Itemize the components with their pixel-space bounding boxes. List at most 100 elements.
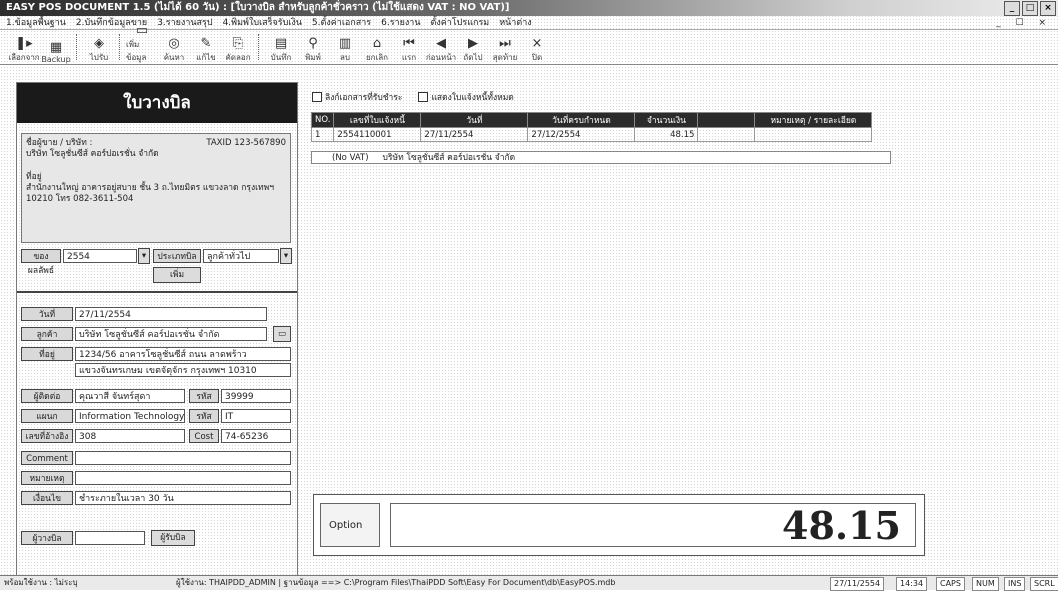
- options-row: ลิงก์เอกสารที่รับชำระ แสดงใบแจ้งหนี้ทั้ง…: [312, 90, 514, 104]
- year-input[interactable]: 2554: [63, 249, 137, 263]
- edit-button[interactable]: ✎ แก้ไข: [190, 32, 222, 64]
- option-button[interactable]: Option: [320, 503, 380, 547]
- menu-bar: 1.ข้อมูลพื้นฐาน 2.บันทึกข้อมูลขาย 3.รายง…: [0, 17, 1058, 30]
- new-doc-icon: ▭: [135, 23, 149, 38]
- chevron-down-icon[interactable]: ▾: [138, 248, 150, 264]
- taxid-label: TAXID: [206, 138, 232, 148]
- menu-item-window[interactable]: หน้าต่าง: [499, 17, 531, 29]
- address-line2-input[interactable]: แขวงจันทรเกษม เขตจัตุจักร กรุงเทพฯ 10310: [75, 363, 291, 377]
- col-amount[interactable]: จำนวนเงิน: [634, 112, 699, 128]
- show-all-invoices-checkbox[interactable]: แสดงใบแจ้งหนี้ทั้งหมด: [418, 90, 514, 104]
- prev-icon: ◀: [436, 36, 446, 51]
- biller-input[interactable]: [75, 531, 145, 545]
- contact-input[interactable]: คุณวาสี จันทร์สุดา: [75, 389, 185, 403]
- status-ready: พร้อมใช้งาน : ไม่ระบุ: [4, 578, 78, 587]
- backup-button[interactable]: ▦ Backup: [40, 32, 72, 65]
- invoice-grid: NO. เลขที่ใบแจ้งหนี้ วันที่ วันที่ครบกำห…: [310, 112, 873, 142]
- department-input[interactable]: Information Technology: [75, 409, 185, 423]
- menu-item-summary[interactable]: 3.รายงานสรุป: [157, 17, 212, 29]
- link-paid-checkbox[interactable]: ลิงก์เอกสารที่รับชำระ: [312, 90, 402, 104]
- checkbox-box[interactable]: [418, 92, 429, 102]
- add-type-button[interactable]: เพิ่ม: [153, 267, 201, 283]
- select-from-button[interactable]: ❚▸ เลือกจาก: [8, 32, 40, 64]
- print-button[interactable]: ⚲ พิมพ์: [297, 32, 329, 64]
- col-invoice-no[interactable]: เลขที่ใบแจ้งหนี้: [333, 112, 422, 128]
- grid-header-row: NO. เลขที่ใบแจ้งหนี้ วันที่ วันที่ครบกำห…: [310, 112, 873, 128]
- seller-address-line2: 10210 โทร 082-3611-504: [26, 194, 134, 204]
- cell-amount[interactable]: 48.15: [634, 127, 699, 142]
- table-row[interactable]: 1 2554110001 27/11/2554 27/12/2554 48.15: [310, 127, 873, 142]
- date-label: วันที่: [21, 307, 73, 321]
- condition-label: เงื่อนไข: [21, 491, 73, 505]
- col-note[interactable]: หมายเหตุ / รายละเอียด: [754, 112, 873, 128]
- close-form-button[interactable]: × ปิด: [521, 32, 553, 64]
- doc-type-label: ประเภทบิล: [153, 249, 201, 263]
- close-button[interactable]: ×: [1040, 1, 1056, 16]
- delete-button[interactable]: ▥ ลบ: [329, 32, 361, 64]
- folder-icon[interactable]: ▭: [273, 326, 291, 342]
- cell-invoice-no[interactable]: 2554110001: [333, 127, 422, 142]
- search-button[interactable]: ◎ ค้นหา: [158, 32, 190, 64]
- col-blank[interactable]: [697, 112, 756, 128]
- menu-item-reports[interactable]: 6.รายงาน: [381, 17, 420, 29]
- cell-note[interactable]: [754, 127, 873, 142]
- menu-item-receipt[interactable]: 4.พิมพ์ใบเสร็จรับเงิน: [223, 17, 302, 29]
- prev-record-button[interactable]: ◀ ก่อนหน้า: [425, 32, 457, 64]
- col-no[interactable]: NO.: [310, 112, 335, 128]
- divider: [17, 291, 297, 293]
- menu-item-program-settings[interactable]: ตั้งค่าโปรแกรม: [431, 17, 490, 29]
- dept-code-label: รหัส: [189, 409, 219, 423]
- save-button[interactable]: ▤ บันทึก: [265, 32, 297, 64]
- seller-name-label: ชื่อผู้ขาย / บริษัท :: [26, 138, 93, 148]
- maximize-button[interactable]: □: [1022, 1, 1038, 16]
- copy-button[interactable]: ⎘ คัดลอก: [222, 32, 254, 64]
- customer-input[interactable]: บริษัท โซลูชั่นซีส์ คอร์ปอเรชั่น จำกัด: [75, 327, 267, 341]
- note-input[interactable]: [75, 471, 291, 485]
- receiver-button[interactable]: ผู้รับบิล: [151, 530, 195, 546]
- bill-form-panel: ใบวางบิล ชื่อผู้ขาย / บริษัท : TAXID 123…: [16, 82, 298, 576]
- seller-address-line1: สำนักงานใหญ่ อาคารอยู่สบาย ชั้น 3 ถ.ไทยม…: [26, 183, 275, 193]
- backup-icon: ▦: [49, 40, 63, 55]
- last-record-button[interactable]: ⏭ สุดท้าย: [489, 32, 521, 64]
- form-header: ใบวางบิล: [17, 83, 297, 123]
- cancel-button[interactable]: ⌂ ยกเลิก: [361, 32, 393, 64]
- first-record-button[interactable]: ⏮ แรก: [393, 32, 425, 64]
- biller-label: ผู้วางบิล: [21, 531, 73, 545]
- address-line1-input[interactable]: 1234/56 อาคารโซลูชั่นซีส์ ถนน ลาดพร้าว: [75, 347, 291, 361]
- diamond-icon: ◈: [94, 36, 104, 51]
- seller-name: บริษัท โซลูชั่นซีส์ คอร์ปอเรชั่น จำกัด: [26, 149, 159, 159]
- save-icon: ▤: [274, 36, 288, 51]
- cell-blank[interactable]: [697, 127, 756, 142]
- minimize-button[interactable]: _: [1004, 1, 1020, 16]
- reference-input[interactable]: 308: [75, 429, 185, 443]
- doc-type-select[interactable]: ลูกค้าทั่วไป: [203, 249, 279, 263]
- cell-due-date[interactable]: 27/12/2554: [527, 127, 636, 142]
- cost-input[interactable]: 74-65236: [221, 429, 291, 443]
- window-title: EASY POS DOCUMENT 1.5 (ไม่ได้ 60 วัน) : …: [6, 2, 510, 13]
- cell-no[interactable]: 1: [310, 127, 335, 142]
- condition-input[interactable]: ชำระภายในเวลา 30 วัน: [75, 491, 291, 505]
- toolbar: ❚▸ เลือกจาก ▦ Backup ◈ ไปรับ ▭ เพิ่มข้อมูล ◎…: [0, 24, 1058, 65]
- total-amount: 48.15: [390, 503, 916, 548]
- menu-item-basic[interactable]: 1.ข้อมูลพื้นฐาน: [6, 17, 66, 29]
- next-record-button[interactable]: ▶ ถัดไป: [457, 32, 489, 64]
- first-icon: ⏮: [403, 36, 415, 51]
- col-date[interactable]: วันที่: [420, 112, 529, 128]
- col-due-date[interactable]: วันที่ครบกำหนด: [527, 112, 636, 128]
- receive-button[interactable]: ◈ ไปรับ: [83, 32, 115, 64]
- total-panel: Option 48.15: [313, 494, 925, 556]
- checkbox-box[interactable]: [312, 92, 322, 102]
- chevron-down-icon[interactable]: ▾: [280, 248, 292, 264]
- cell-date[interactable]: 27/11/2554: [420, 127, 529, 142]
- dept-code-input[interactable]: IT: [221, 409, 291, 423]
- comment-input[interactable]: [75, 451, 291, 465]
- mdi-window-controls[interactable]: _ ☐ ×: [996, 17, 1052, 29]
- date-input[interactable]: 27/11/2554: [75, 307, 267, 321]
- add-button[interactable]: ▭ เพิ่มข้อมูล: [126, 24, 158, 64]
- edit-icon: ✎: [200, 36, 212, 51]
- sub-customer: บริษัท โซลูชั่นซีส์ คอร์ปอเรชั่น จำกัด: [382, 153, 516, 163]
- code-input[interactable]: 39999: [221, 389, 291, 403]
- vat-note: (No VAT): [332, 153, 369, 163]
- note-label: หมายเหตุ: [21, 471, 73, 485]
- menu-item-doc-settings[interactable]: 5.ตั้งค่าเอกสาร: [312, 17, 371, 29]
